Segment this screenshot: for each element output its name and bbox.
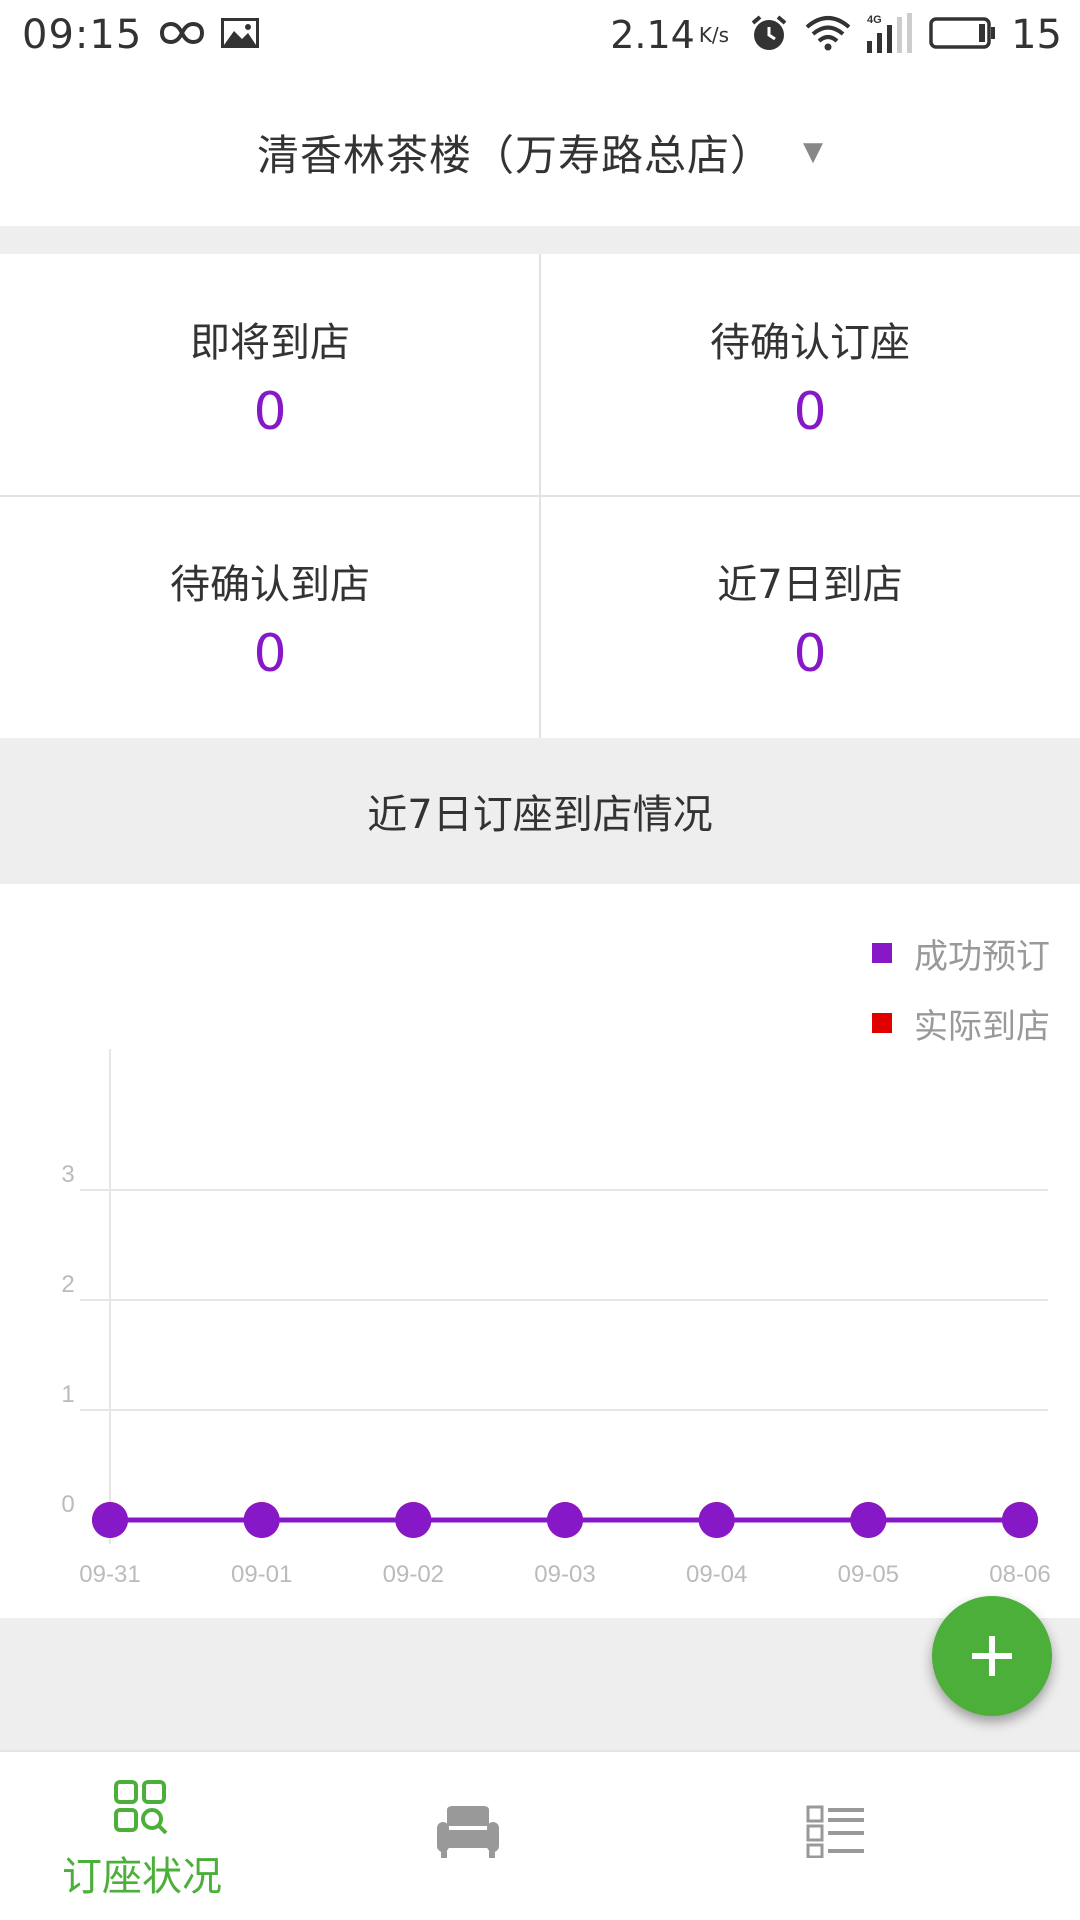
- data-point: [547, 1502, 583, 1538]
- stat-value: 0: [793, 382, 827, 442]
- nav-label: 订座状况: [62, 1854, 222, 1900]
- image-icon: [220, 17, 260, 53]
- chart-legend: 成功预订 实际到店: [872, 918, 1050, 1058]
- legend-label: 成功预订: [914, 936, 1050, 977]
- battery-percent: 15: [1011, 12, 1062, 58]
- stat-label: 待确认到店: [170, 562, 370, 608]
- data-point: [243, 1502, 280, 1538]
- x-tick-label: 09-04: [686, 1561, 747, 1588]
- list-icon: [806, 1805, 864, 1858]
- legend-item: 实际到店: [872, 988, 1050, 1058]
- bottom-nav: 订座状况: [0, 1750, 1080, 1920]
- svg-text:4G: 4G: [867, 14, 882, 26]
- legend-label: 实际到店: [914, 1006, 1050, 1047]
- add-button[interactable]: [932, 1596, 1052, 1716]
- x-tick-label: 09-01: [231, 1561, 292, 1588]
- legend-item: 成功预订: [872, 918, 1050, 988]
- plus-icon: [972, 1636, 1012, 1676]
- stat-value: 0: [793, 624, 827, 684]
- stat-value: 0: [253, 382, 287, 442]
- stats-grid: 即将到店 0 待确认订座 0 待确认到店 0 近7日到店 0: [0, 254, 1080, 738]
- data-point: [698, 1502, 735, 1538]
- stat-recent-7-days[interactable]: 近7日到店 0: [540, 496, 1080, 738]
- x-tick-label: 08-06: [989, 1561, 1050, 1588]
- y-tick-label: 2: [61, 1271, 74, 1298]
- status-bar: 09:15 2.14 K/s 4G 15: [0, 0, 1080, 78]
- section-divider-bottom: [0, 1618, 1080, 1750]
- status-time: 09:15: [22, 12, 143, 58]
- store-selector[interactable]: 清香林茶楼（万寿路总店） ▼: [0, 78, 1080, 226]
- chart-section-title: 近7日订座到店情况: [0, 738, 1080, 884]
- x-tick-label: 09-02: [383, 1561, 444, 1588]
- network-speed-unit: K/s: [698, 23, 730, 47]
- status-bar-right: 2.14 K/s 4G 15: [610, 12, 1062, 58]
- legend-swatch: [872, 1013, 892, 1033]
- dropdown-caret-icon: ▼: [803, 137, 823, 167]
- stat-label: 待确认订座: [710, 320, 910, 366]
- data-point: [395, 1502, 432, 1538]
- chart-area: 0 1 2 3 09-31 09-01 09-02 09-03 09-04 09-05 08-06 …: [0, 884, 1080, 1618]
- stat-pending-reservation[interactable]: 待确认订座 0: [540, 254, 1080, 496]
- network-speed: 2.14: [610, 13, 695, 57]
- x-tick-label: 09-03: [534, 1561, 595, 1588]
- stat-pending-arrival[interactable]: 待确认到店 0: [0, 496, 540, 738]
- section-divider: [0, 226, 1080, 254]
- stat-value: 0: [253, 624, 287, 684]
- stat-label: 近7日到店: [717, 562, 903, 608]
- store-name: 清香林茶楼（万寿路总店）: [256, 130, 773, 180]
- sofa-icon: [437, 1806, 499, 1858]
- data-point: [92, 1502, 128, 1538]
- stat-label: 即将到店: [190, 320, 350, 366]
- battery-icon: [929, 17, 997, 53]
- data-point: [850, 1502, 887, 1538]
- grid-divider-horizontal: [0, 495, 1080, 497]
- grid-search-icon: [114, 1780, 168, 1835]
- x-tick-label: 09-05: [838, 1561, 899, 1588]
- signal-icon: 4G: [865, 13, 913, 57]
- data-point: [1002, 1502, 1038, 1538]
- nav-item-list[interactable]: [756, 1752, 1080, 1920]
- stat-arriving-soon[interactable]: 即将到店 0: [0, 254, 540, 496]
- legend-swatch: [872, 943, 892, 963]
- y-tick-label: 1: [61, 1381, 74, 1408]
- y-tick-label: 0: [61, 1491, 74, 1518]
- status-bar-left: 09:15: [22, 12, 260, 58]
- infinity-icon: [160, 20, 205, 50]
- alarm-icon: [749, 13, 789, 57]
- x-tick-label: 09-31: [79, 1561, 140, 1588]
- wifi-icon: [805, 15, 851, 55]
- y-tick-label: 3: [61, 1161, 74, 1188]
